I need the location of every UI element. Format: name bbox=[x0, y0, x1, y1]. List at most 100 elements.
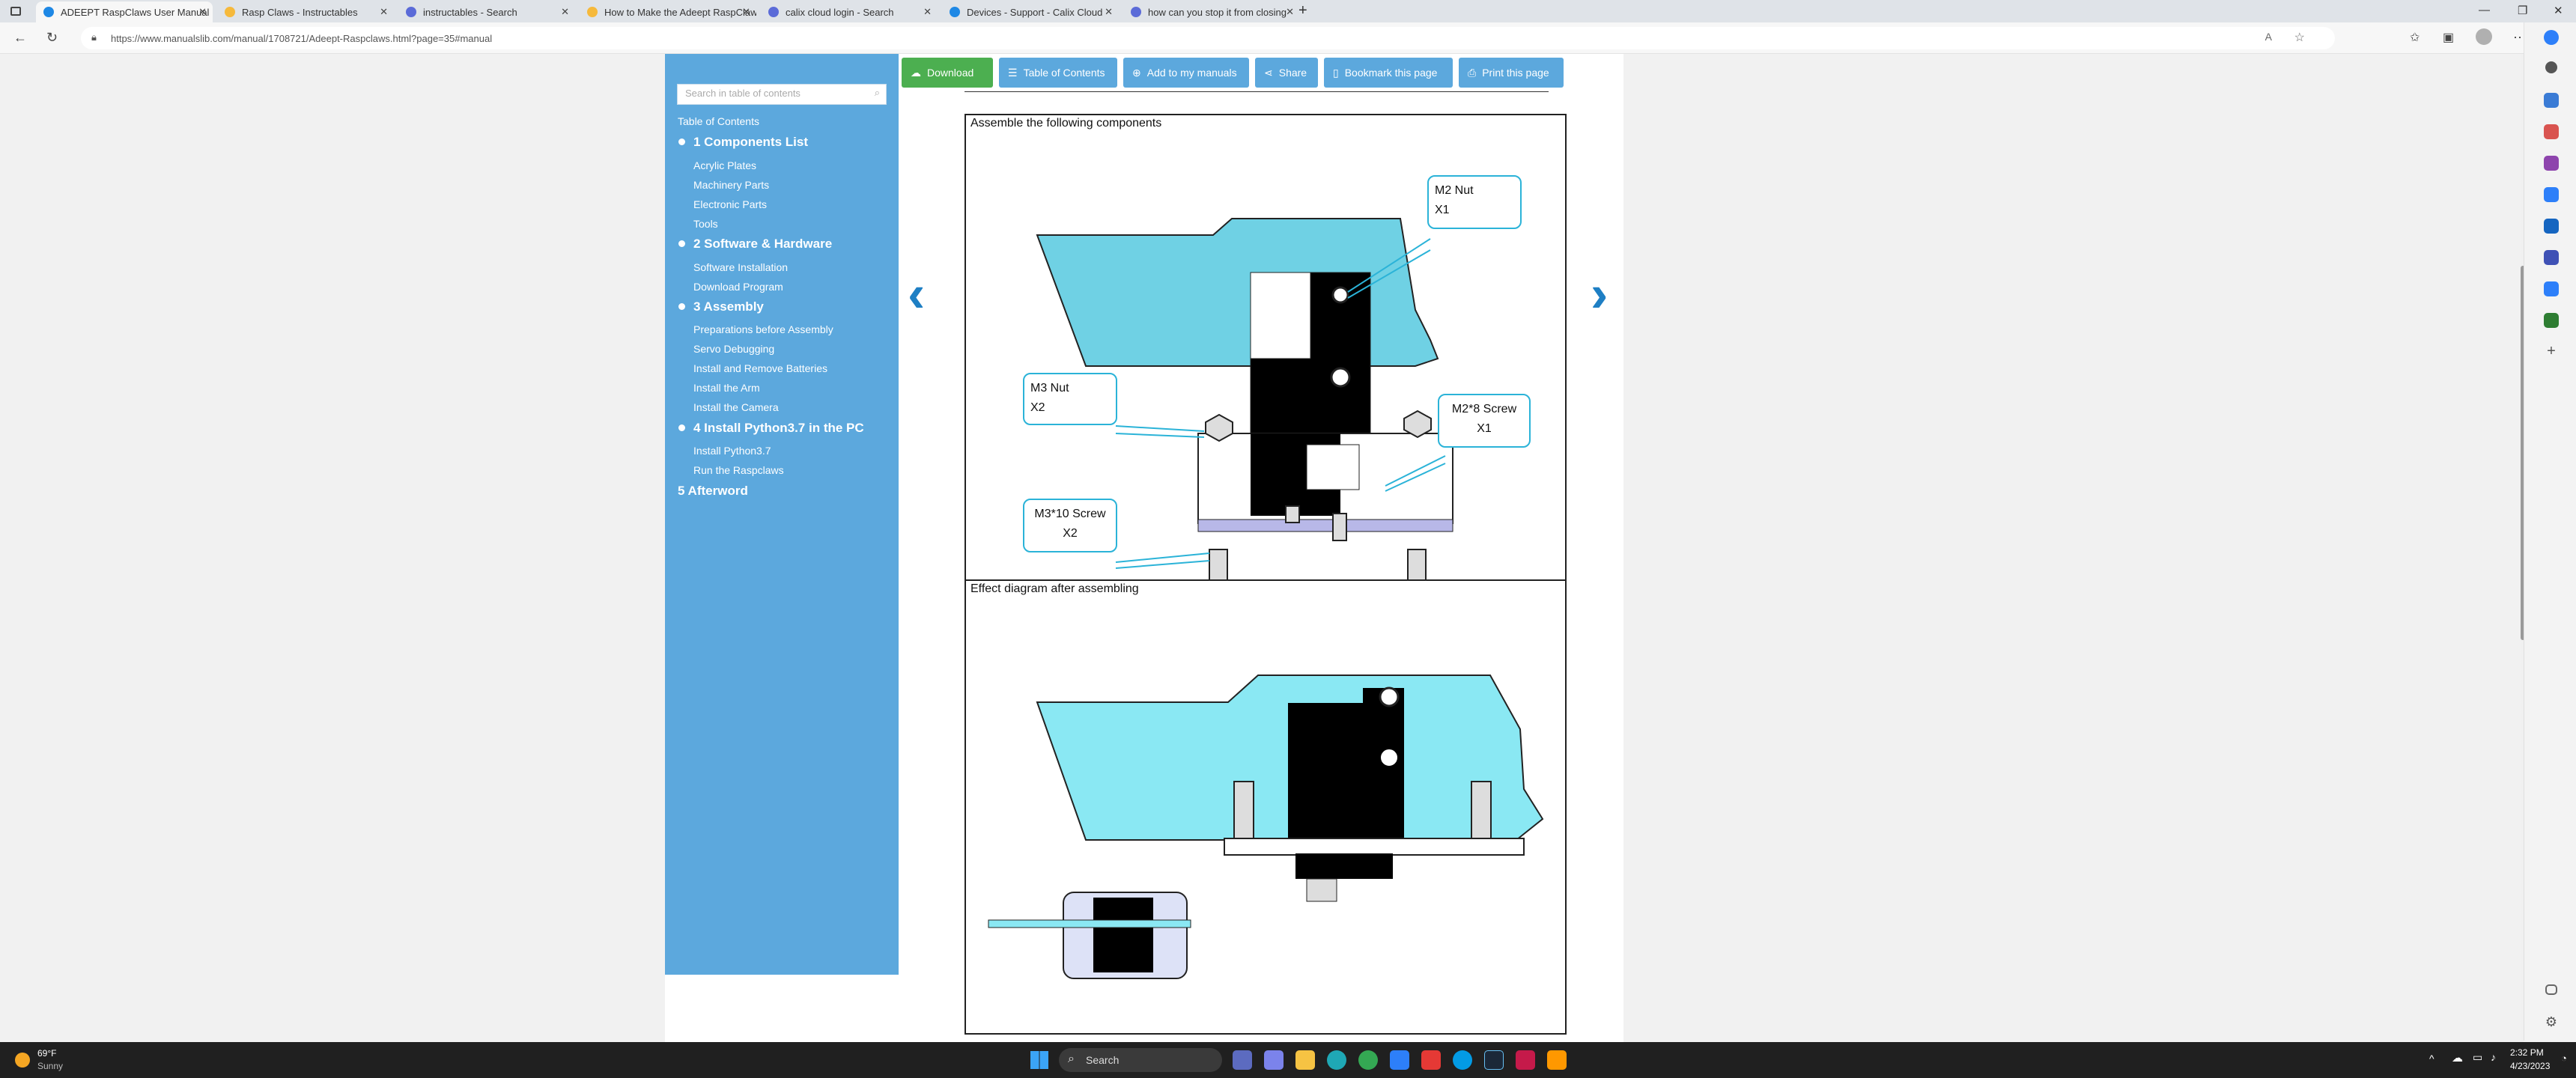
tab-5[interactable]: Devices - Support - Calix Cloud ✕ bbox=[942, 1, 1119, 22]
bookmark-label: Bookmark this page bbox=[1344, 67, 1438, 79]
close-window-icon[interactable]: ✕ bbox=[2554, 4, 2563, 17]
download-button[interactable]: ☁ Download bbox=[902, 58, 993, 88]
close-icon[interactable]: ✕ bbox=[923, 6, 932, 18]
settings-gear-icon[interactable]: ⚙ bbox=[2544, 1014, 2559, 1029]
new-tab-button[interactable]: + bbox=[1298, 2, 1307, 19]
minimize-icon[interactable]: — bbox=[2479, 4, 2490, 16]
toc-heading-python[interactable]: 4 Install Python3.7 in the PC bbox=[678, 421, 864, 436]
taskbar-search-label: Search bbox=[1086, 1054, 1120, 1066]
bookmark-button[interactable]: ▯ Bookmark this page bbox=[1324, 58, 1453, 88]
toc-item[interactable]: Servo Debugging bbox=[693, 343, 774, 355]
collections-icon[interactable]: ▣ bbox=[2443, 30, 2454, 45]
outlook-icon[interactable] bbox=[2544, 219, 2559, 234]
tray-chevron-icon[interactable]: ^ bbox=[2429, 1053, 2434, 1065]
blue-app-icon[interactable] bbox=[1453, 1050, 1472, 1070]
file-explorer-icon[interactable] bbox=[1295, 1050, 1315, 1070]
search-icon[interactable]: ⌕ bbox=[875, 87, 880, 99]
taskbar-search-input[interactable]: ⌕ Search bbox=[1059, 1048, 1222, 1072]
toc-item[interactable]: Install the Camera bbox=[693, 401, 779, 413]
tab-4[interactable]: calix cloud login - Search ✕ bbox=[761, 1, 938, 22]
tab-label: Rasp Claws - Instructables bbox=[242, 6, 358, 18]
toc-search-input[interactable]: Search in table of contents ⌕ bbox=[677, 84, 887, 105]
refresh-icon[interactable]: ↻ bbox=[46, 30, 58, 46]
weather-condition[interactable]: Sunny bbox=[37, 1061, 63, 1071]
caption-assemble: Assemble the following components bbox=[970, 117, 1162, 130]
next-page-arrow[interactable]: › bbox=[1591, 264, 1608, 323]
add-to-manuals-button[interactable]: ⊕ Add to my manuals bbox=[1123, 58, 1249, 88]
edge-browser-icon[interactable] bbox=[1327, 1050, 1346, 1070]
toc-heading-afterword[interactable]: 5 Afterword bbox=[678, 484, 748, 499]
task-view-icon[interactable] bbox=[1233, 1050, 1252, 1070]
page-divider bbox=[966, 579, 1565, 581]
favorite-star-icon[interactable]: ☆ bbox=[2294, 30, 2305, 45]
drop-icon[interactable] bbox=[2544, 250, 2559, 265]
toc-item[interactable]: Acrylic Plates bbox=[693, 159, 756, 171]
url-input[interactable]: 🔒︎ https://www.manualslib.com/manual/170… bbox=[81, 27, 2335, 49]
toc-item[interactable]: Install Python3.7 bbox=[693, 445, 771, 457]
close-icon[interactable]: ✕ bbox=[1105, 6, 1113, 18]
store-icon[interactable] bbox=[1390, 1050, 1409, 1070]
close-icon[interactable]: ✕ bbox=[561, 6, 569, 18]
clock-time[interactable]: 2:32 PM bbox=[2510, 1047, 2544, 1058]
tab-3[interactable]: How to Make the Adeept RaspClaws ✕ bbox=[580, 1, 756, 22]
toc-item[interactable]: Electronic Parts bbox=[693, 198, 767, 210]
notification-bell-icon[interactable]: ◔ bbox=[2561, 1053, 2567, 1064]
toc-item[interactable]: Tools bbox=[693, 218, 718, 230]
print-button[interactable]: ⎙ Print this page bbox=[1459, 58, 1564, 88]
network-icon[interactable]: ▭ bbox=[2473, 1051, 2482, 1064]
toc-item[interactable]: Install the Arm bbox=[693, 382, 760, 394]
red-app-icon[interactable] bbox=[1421, 1050, 1441, 1070]
toc-item[interactable]: Machinery Parts bbox=[693, 179, 769, 191]
close-icon[interactable]: ✕ bbox=[1286, 6, 1294, 18]
bing-chat-icon[interactable] bbox=[2544, 30, 2559, 45]
favorites-icon[interactable]: ✩ bbox=[2410, 30, 2419, 45]
games-icon[interactable] bbox=[2544, 156, 2559, 171]
toolbox-icon[interactable] bbox=[2544, 124, 2559, 139]
tree-icon[interactable] bbox=[2544, 313, 2559, 328]
steam-icon[interactable] bbox=[1484, 1050, 1504, 1070]
close-icon[interactable]: ✕ bbox=[742, 6, 750, 18]
toc-heading-assembly[interactable]: 3 Assembly bbox=[678, 299, 764, 314]
toc-item[interactable]: Software Installation bbox=[693, 261, 788, 273]
toc-item[interactable]: Preparations before Assembly bbox=[693, 323, 833, 335]
sidebar-layout-icon[interactable] bbox=[2545, 984, 2557, 995]
page-separator bbox=[965, 91, 1549, 92]
table-of-contents-button[interactable]: ☰ Table of Contents bbox=[999, 58, 1117, 88]
share-icon: ⋖ bbox=[1264, 66, 1273, 79]
toc-heading-software[interactable]: 2 Software & Hardware bbox=[678, 237, 832, 252]
share-button[interactable]: ⋖ Share bbox=[1255, 58, 1318, 88]
tab-0[interactable]: ADEEPT RaspClaws User Manual ✕ bbox=[36, 1, 213, 22]
effect-diagram bbox=[988, 674, 1544, 979]
toc-item[interactable]: Run the Raspclaws bbox=[693, 464, 784, 476]
orange-app-icon[interactable] bbox=[1547, 1050, 1567, 1070]
window-menu-icon[interactable] bbox=[10, 7, 21, 16]
volume-icon[interactable]: ♪ bbox=[2491, 1051, 2496, 1063]
toc-heading-components[interactable]: 1 Components List bbox=[678, 135, 808, 150]
onedrive-cloud-icon[interactable]: ☁ bbox=[2452, 1051, 2463, 1065]
profile-avatar[interactable] bbox=[2476, 28, 2492, 45]
bullet-icon bbox=[678, 138, 685, 145]
shopping-cart-icon[interactable] bbox=[2544, 281, 2559, 296]
previous-page-arrow[interactable]: ‹ bbox=[908, 264, 925, 323]
toc-item[interactable]: Install and Remove Batteries bbox=[693, 362, 827, 374]
tab-6[interactable]: how can you stop it from closing ✕ bbox=[1123, 1, 1300, 22]
close-icon[interactable]: ✕ bbox=[380, 6, 388, 18]
close-icon[interactable]: ✕ bbox=[198, 6, 207, 18]
add-icon[interactable]: + bbox=[2544, 344, 2559, 359]
raspberry-app-icon[interactable] bbox=[1516, 1050, 1535, 1070]
tab-2[interactable]: instructables - Search ✕ bbox=[398, 1, 575, 22]
office-icon[interactable] bbox=[2544, 187, 2559, 202]
chrome-icon[interactable] bbox=[1358, 1050, 1378, 1070]
weather-temp[interactable]: 69°F bbox=[37, 1048, 56, 1059]
teams-chat-icon[interactable] bbox=[1264, 1050, 1284, 1070]
clock-date[interactable]: 4/23/2023 bbox=[2510, 1061, 2550, 1071]
toc-item[interactable]: Download Program bbox=[693, 281, 783, 293]
tab-1[interactable]: Rasp Claws - Instructables ✕ bbox=[217, 1, 394, 22]
windows-start-icon[interactable] bbox=[1030, 1051, 1048, 1069]
shopping-tag-icon[interactable] bbox=[2544, 93, 2559, 108]
maximize-icon[interactable]: ❐ bbox=[2518, 4, 2527, 17]
read-aloud-icon[interactable]: A bbox=[2265, 31, 2272, 43]
back-arrow-icon[interactable]: ← bbox=[13, 30, 27, 46]
search-icon[interactable] bbox=[2545, 61, 2557, 73]
weather-sun-icon[interactable] bbox=[15, 1053, 30, 1068]
